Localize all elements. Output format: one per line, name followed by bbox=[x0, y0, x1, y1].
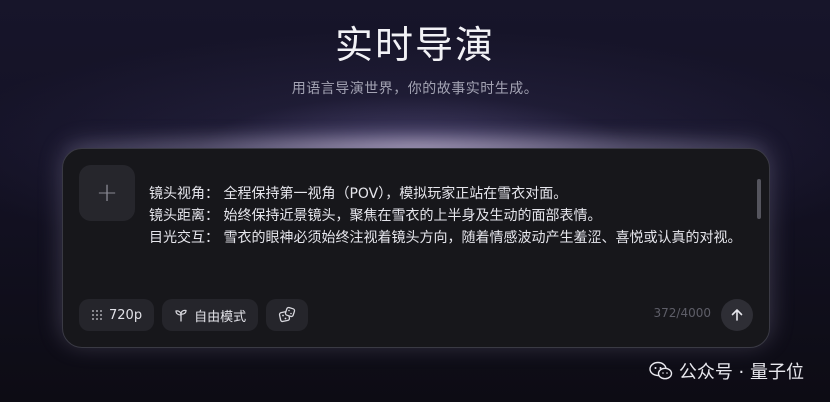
add-button[interactable]: + bbox=[79, 165, 135, 221]
scrollbar-thumb[interactable] bbox=[757, 179, 761, 219]
prompt-input[interactable]: 镜头视角： 全程保持第一视角（POV），模拟玩家正站在雪衣对面。 镜头距离： 始… bbox=[149, 183, 749, 249]
plus-icon: + bbox=[96, 178, 118, 208]
page-title: 实时导演 bbox=[334, 23, 495, 67]
dice-icon bbox=[278, 306, 296, 323]
page-subtitle: 用语言导演世界，你的故事实时生成。 bbox=[291, 81, 539, 97]
resolution-button[interactable]: 720p bbox=[79, 299, 155, 331]
send-button[interactable] bbox=[721, 299, 753, 331]
sprout-icon bbox=[175, 309, 187, 322]
arrow-up-icon bbox=[731, 309, 743, 321]
watermark: 公众号 · 量子位 bbox=[649, 358, 804, 384]
toolbar: 720p 自由模式 bbox=[79, 299, 309, 331]
prompt-line-camera-angle: 镜头视角： 全程保持第一视角（POV），模拟玩家正站在雪衣对面。 bbox=[149, 186, 568, 202]
random-button[interactable] bbox=[266, 299, 309, 331]
watermark-text: 公众号 · 量子位 bbox=[678, 362, 804, 383]
resolution-label: 720p bbox=[109, 307, 143, 323]
wechat-icon bbox=[649, 361, 673, 380]
mode-label: 自由模式 bbox=[194, 309, 247, 325]
prompt-panel: + 镜头视角： 全程保持第一视角（POV），模拟玩家正站在雪衣对面。 镜头距离：… bbox=[62, 148, 770, 348]
mode-button[interactable]: 自由模式 bbox=[162, 299, 259, 331]
page: 实时导演 用语言导演世界，你的故事实时生成。 + 镜头视角： 全程保持第一视角（… bbox=[0, 0, 830, 402]
grid-dots-icon bbox=[92, 310, 102, 320]
character-counter: 372/4000 bbox=[653, 306, 712, 320]
prompt-line-camera-distance: 镜头距离： 始终保持近景镜头，聚焦在雪衣的上半身及生动的面部表情。 bbox=[149, 208, 602, 224]
prompt-line-eye-contact: 目光交互： 雪衣的眼神必须始终注视着镜头方向，随着情感波动产生羞涩、喜悦或认真的… bbox=[149, 230, 742, 246]
